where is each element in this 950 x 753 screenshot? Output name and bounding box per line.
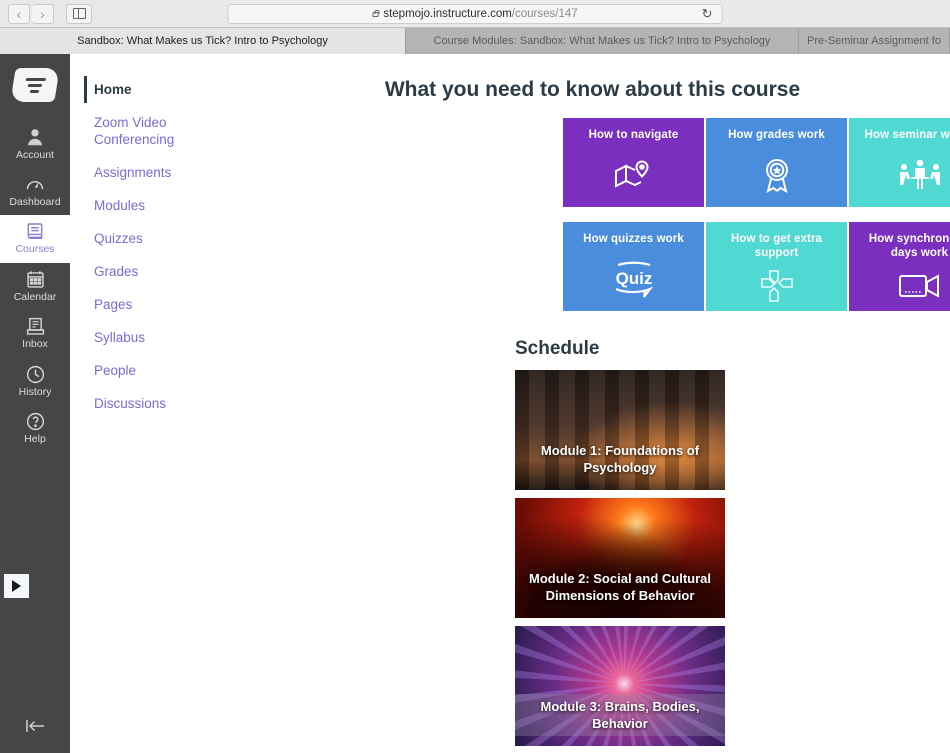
gnav-label-history: History bbox=[18, 385, 52, 398]
info-card-label: How to get extra support bbox=[730, 233, 823, 259]
forward-button[interactable]: › bbox=[32, 3, 54, 24]
gnav-item-history[interactable]: History bbox=[0, 358, 70, 406]
clock-icon bbox=[26, 365, 44, 383]
course-nav-quizzes[interactable]: Quizzes bbox=[84, 225, 199, 252]
gnav-label-dashboard: Dashboard bbox=[9, 195, 61, 208]
inbox-icon bbox=[26, 318, 44, 335]
info-card-label: How quizzes work bbox=[583, 233, 684, 245]
url-host: stepmojo.instructure.com bbox=[383, 7, 512, 20]
seminar-people-icon bbox=[895, 142, 945, 207]
course-nav-home[interactable]: Home bbox=[84, 76, 199, 103]
gnav-item-help[interactable]: Help bbox=[0, 405, 70, 453]
gnav-label-courses: Courses bbox=[15, 243, 55, 256]
gnav-item-account[interactable]: Account bbox=[0, 120, 70, 169]
info-card-how-seminar-works[interactable]: How seminar works bbox=[849, 118, 950, 207]
info-card-label: How grades work bbox=[728, 129, 825, 141]
module-card-label: Module 1: Foundations of Psychology bbox=[540, 443, 700, 475]
svg-text:Quiz: Quiz bbox=[615, 269, 652, 288]
gnav-label-inbox: Inbox bbox=[22, 338, 48, 351]
browser-toolbar: ‹ › stepmojo.instructure.com /courses/14… bbox=[0, 0, 950, 28]
dashboard-icon bbox=[26, 180, 44, 189]
question-circle-icon bbox=[26, 413, 44, 431]
tab-strip: Sandbox: What Makes us Tick? Intro to Ps… bbox=[0, 28, 950, 54]
media-play-button[interactable] bbox=[4, 574, 29, 598]
info-card-how-synchronous-days-work[interactable]: How synchronous days work bbox=[849, 222, 950, 311]
gnav-item-inbox[interactable]: Inbox bbox=[0, 310, 70, 358]
play-icon bbox=[12, 580, 21, 592]
course-nav-people[interactable]: People bbox=[84, 357, 199, 384]
reload-icon[interactable]: ↻ bbox=[702, 6, 713, 22]
app-body: Account Dashboard Courses Calendar Inbox… bbox=[0, 54, 950, 753]
url-path: /courses/147 bbox=[511, 7, 578, 20]
info-card-how-to-get-extra-support[interactable]: How to get extra support bbox=[706, 222, 847, 311]
hands-support-icon bbox=[759, 260, 795, 311]
course-nav-assignments[interactable]: Assignments bbox=[84, 159, 199, 186]
gnav-item-courses[interactable]: Courses bbox=[0, 215, 70, 263]
gnav-item-calendar[interactable]: Calendar bbox=[0, 263, 70, 311]
course-nav-zoom-video-conferencing[interactable]: Zoom Video Conferencing bbox=[84, 109, 199, 153]
user-icon bbox=[28, 129, 42, 146]
address-bar[interactable]: stepmojo.instructure.com /courses/147 ↻ bbox=[227, 3, 723, 24]
info-card-label: How seminar works bbox=[864, 129, 950, 141]
info-card-how-grades-work[interactable]: How grades work bbox=[706, 118, 847, 207]
page-title: What you need to know about this course bbox=[384, 78, 801, 101]
main-content: What you need to know about this course … bbox=[255, 54, 950, 753]
lock-icon bbox=[372, 9, 380, 17]
quiz-bubble-icon: Quiz bbox=[606, 246, 662, 311]
info-card-how-quizzes-work[interactable]: How quizzes work Quiz bbox=[563, 222, 704, 311]
module-card-label: Module 2: Social and Cultural Dimensions… bbox=[528, 571, 712, 603]
sidebar-toggle-button[interactable] bbox=[66, 3, 92, 24]
back-button[interactable]: ‹ bbox=[8, 3, 30, 24]
sidebar-panel-icon bbox=[72, 8, 86, 19]
info-cards-row-2: How quizzes work Quiz How to get extra s… bbox=[255, 222, 950, 311]
course-nav-modules[interactable]: Modules bbox=[84, 192, 199, 219]
navigation-buttons: ‹ › bbox=[8, 3, 54, 24]
info-card-label: How to navigate bbox=[588, 129, 679, 141]
video-camera-icon bbox=[897, 260, 943, 311]
schedule-title: Schedule bbox=[515, 338, 600, 359]
map-pin-icon bbox=[612, 142, 656, 207]
course-nav-pages[interactable]: Pages bbox=[84, 291, 199, 318]
info-card-how-to-navigate[interactable]: How to navigate bbox=[563, 118, 704, 207]
info-cards-row-1: How to navigate How grades work How semi… bbox=[255, 118, 950, 207]
browser-tab-2[interactable]: Course Modules: Sandbox: What Makes us T… bbox=[406, 28, 799, 54]
browser-tab-3[interactable]: Pre-Seminar Assignment fo bbox=[799, 28, 950, 54]
module-card-label: Module 3: Brains, Bodies, Behavior bbox=[515, 694, 725, 736]
collapse-nav-button[interactable] bbox=[0, 717, 70, 735]
gnav-label-account: Account bbox=[16, 149, 54, 161]
gnav-item-dashboard[interactable]: Dashboard bbox=[0, 169, 70, 216]
gnav-label-help: Help bbox=[24, 433, 46, 446]
module-card[interactable]: Module 3: Brains, Bodies, Behavior bbox=[515, 626, 725, 746]
collapse-left-icon bbox=[26, 720, 44, 732]
course-nav-discussions[interactable]: Discussions bbox=[84, 390, 199, 417]
award-ribbon-icon bbox=[760, 142, 794, 207]
module-card[interactable]: Module 2: Social and Cultural Dimensions… bbox=[515, 498, 725, 618]
course-nav-grades[interactable]: Grades bbox=[84, 258, 199, 285]
courses-icon bbox=[27, 223, 43, 240]
module-card[interactable]: Module 1: Foundations of Psychology bbox=[515, 370, 725, 490]
course-navigation: Home Zoom Video Conferencing Assignments… bbox=[70, 54, 255, 753]
info-card-label: How synchronous days work bbox=[868, 233, 950, 259]
global-navigation: Account Dashboard Courses Calendar Inbox… bbox=[0, 54, 70, 753]
canvas-logo[interactable] bbox=[10, 68, 60, 102]
calendar-icon bbox=[26, 270, 44, 288]
course-nav-syllabus[interactable]: Syllabus bbox=[84, 324, 199, 351]
gnav-label-calendar: Calendar bbox=[13, 290, 57, 303]
browser-tab-1[interactable]: Sandbox: What Makes us Tick? Intro to Ps… bbox=[0, 28, 406, 54]
module-grid: Module 1: Foundations of Psychology Modu… bbox=[255, 370, 950, 753]
